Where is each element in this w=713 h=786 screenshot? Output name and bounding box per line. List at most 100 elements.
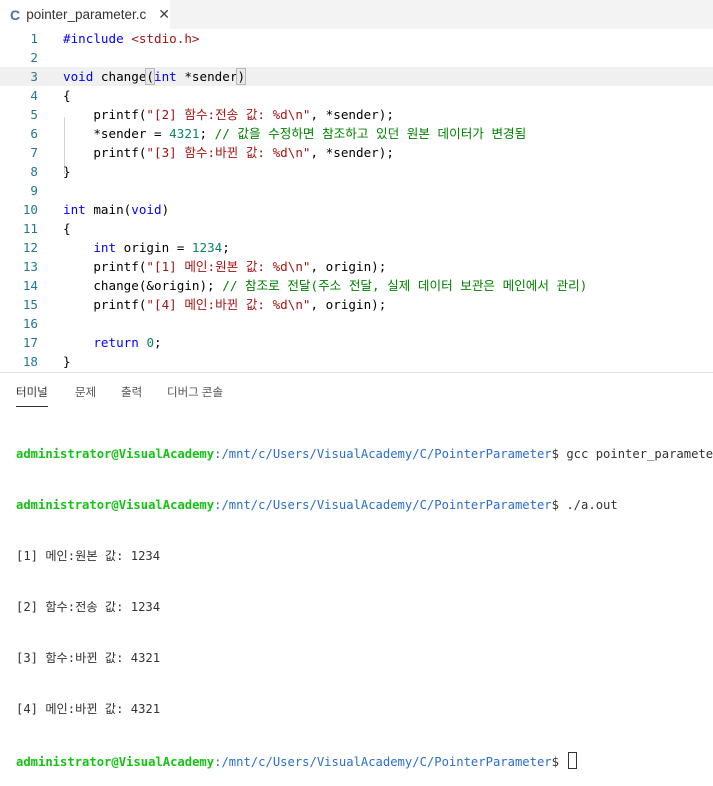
- line-number: 14: [22, 278, 38, 293]
- line-number: 1: [30, 31, 38, 46]
- code-line[interactable]: 15 printf("[4] 메인:바뀐 값: %d\n", origin);: [0, 295, 713, 314]
- code-text: change(&origin); // 참조로 전달(주소 전달, 실제 데이터…: [63, 276, 587, 295]
- code-line[interactable]: 4{: [0, 86, 713, 105]
- code-token-id: printf(: [63, 297, 147, 312]
- terminal-output-line: [4] 메인:바뀐 값: 4321: [16, 702, 161, 716]
- terminal-output[interactable]: administrator@VisualAcademy:/mnt/c/Users…: [16, 412, 713, 786]
- line-number: 18: [22, 354, 38, 369]
- code-token-str: "[1] 메인:원본 값: %d\n": [146, 259, 311, 274]
- terminal-prompt: $: [551, 498, 567, 512]
- code-line[interactable]: 7 printf("[3] 함수:바뀐 값: %d\n", *sender);: [0, 143, 713, 162]
- line-number: 3: [30, 69, 38, 84]
- code-token-id: }: [63, 354, 71, 369]
- code-token-kw: return: [93, 335, 139, 350]
- line-number: 17: [22, 335, 38, 350]
- code-token-id: ;: [199, 126, 215, 141]
- code-line[interactable]: 8}: [0, 162, 713, 181]
- code-token-kw: int: [63, 202, 86, 217]
- code-token-str: "[3] 함수:바뀐 값: %d\n": [146, 145, 311, 160]
- code-token-kw: int: [154, 69, 177, 84]
- code-token-str: "[4] 메인:바뀐 값: %d\n": [146, 297, 311, 312]
- code-token-id: printf(: [63, 259, 147, 274]
- c-language-icon: C: [10, 6, 21, 23]
- terminal-line: administrator@VisualAcademy:/mnt/c/Users…: [16, 446, 713, 463]
- terminal-command: ./a.out: [566, 498, 618, 512]
- code-token-id: [63, 240, 93, 255]
- panel-divider: [0, 372, 713, 373]
- tab-debug-console[interactable]: 디버그 콘솔: [167, 384, 223, 400]
- code-text: }: [63, 162, 71, 181]
- tab-problems[interactable]: 문제: [75, 384, 96, 400]
- code-token-id: , origin);: [310, 259, 387, 274]
- code-line[interactable]: 17 return 0;: [0, 333, 713, 352]
- code-line[interactable]: 14 change(&origin); // 참조로 전달(주소 전달, 실제 …: [0, 276, 713, 295]
- code-line[interactable]: 5 printf("[2] 함수:전송 값: %d\n", *sender);: [0, 105, 713, 124]
- terminal-output-line: [1] 메인:원본 값: 1234: [16, 549, 161, 563]
- code-line[interactable]: 16: [0, 314, 713, 333]
- code-text: {: [63, 219, 71, 238]
- code-token-pp: #include: [63, 31, 132, 46]
- code-token-id: printf(: [63, 145, 147, 160]
- code-text: {: [63, 86, 71, 105]
- terminal-line: administrator@VisualAcademy:/mnt/c/Users…: [16, 752, 713, 769]
- code-line[interactable]: 9: [0, 181, 713, 200]
- line-number: 5: [30, 107, 38, 122]
- code-editor[interactable]: 1 #include <stdio.h> 2 3 void change(int *se…: [0, 29, 713, 372]
- code-text: printf("[2] 함수:전송 값: %d\n", *sender);: [63, 105, 394, 124]
- line-number: 2: [30, 50, 38, 65]
- code-token-id: ;: [154, 335, 162, 350]
- terminal-line: administrator@VisualAcademy:/mnt/c/Users…: [16, 497, 713, 514]
- code-line[interactable]: 6 *sender = 4321; // 값을 수정하면 참조하고 있던 원본 …: [0, 124, 713, 143]
- code-line[interactable]: 18}: [0, 352, 713, 371]
- code-text: *sender = 4321; // 값을 수정하면 참조하고 있던 원본 데이…: [63, 124, 526, 143]
- terminal-command: gcc pointer_parameter.c: [566, 447, 713, 461]
- terminal-user: administrator@VisualAcademy: [16, 498, 215, 512]
- line-number: 4: [30, 88, 38, 103]
- code-token-id: }: [63, 164, 71, 179]
- line-number: 7: [30, 145, 38, 160]
- code-token-id: origin =: [116, 240, 192, 255]
- code-text: return 0;: [63, 333, 162, 352]
- code-token-br: ): [236, 68, 246, 85]
- tab-terminal[interactable]: 터미널: [16, 384, 48, 407]
- code-line[interactable]: 1 #include <stdio.h>: [0, 29, 713, 48]
- code-line[interactable]: 12 int origin = 1234;: [0, 238, 713, 257]
- code-text: int origin = 1234;: [63, 238, 230, 257]
- terminal-prompt: $: [551, 755, 567, 769]
- close-icon[interactable]: ✕: [158, 6, 170, 23]
- terminal-output-line: [3] 함수:바뀐 값: 4321: [16, 651, 161, 665]
- code-text: int main(void): [63, 200, 169, 219]
- code-token-kw: int: [93, 240, 117, 255]
- code-line[interactable]: 11 {: [0, 219, 713, 238]
- code-token-id: , *sender);: [310, 145, 394, 160]
- line-number: 8: [30, 164, 38, 179]
- tab-pointer-parameter[interactable]: C pointer_parameter.c ✕: [0, 0, 170, 29]
- code-token-id: {: [63, 88, 71, 103]
- code-line[interactable]: 2: [0, 48, 713, 67]
- terminal-user: administrator@VisualAcademy: [16, 447, 215, 461]
- code-token-num: 1234: [191, 240, 223, 255]
- code-token-id: change(&origin);: [63, 278, 223, 293]
- code-token-id: , *sender);: [310, 107, 394, 122]
- code-token-id: change: [93, 69, 147, 84]
- line-number: 9: [30, 183, 38, 198]
- tab-output[interactable]: 출력: [121, 384, 142, 400]
- code-token-inc: <stdio.h>: [131, 31, 200, 46]
- code-line[interactable]: 3 void change(int *sender): [0, 67, 713, 86]
- code-text: printf("[4] 메인:바뀐 값: %d\n", origin);: [63, 295, 386, 314]
- code-text: }: [63, 352, 71, 371]
- code-token-id: *sender: [176, 69, 238, 84]
- terminal-user: administrator@VisualAcademy: [16, 755, 215, 769]
- code-token-id: *sender =: [63, 126, 170, 141]
- line-number: 15: [22, 297, 38, 312]
- code-token-cm: // 참조로 전달(주소 전달, 실제 데이터 보관은 메인에서 관리): [222, 278, 588, 293]
- code-token-id: , origin);: [310, 297, 387, 312]
- code-line[interactable]: 13 printf("[1] 메인:원본 값: %d\n", origin);: [0, 257, 713, 276]
- code-text: void change(int *sender): [63, 67, 246, 86]
- code-text: printf("[1] 메인:원본 값: %d\n", origin);: [63, 257, 386, 276]
- code-token-br: (: [145, 68, 155, 85]
- code-token-id: [63, 335, 93, 350]
- code-text: #include <stdio.h>: [63, 29, 200, 48]
- code-line[interactable]: 10 int main(void): [0, 200, 713, 219]
- code-token-num: 4321: [169, 126, 200, 141]
